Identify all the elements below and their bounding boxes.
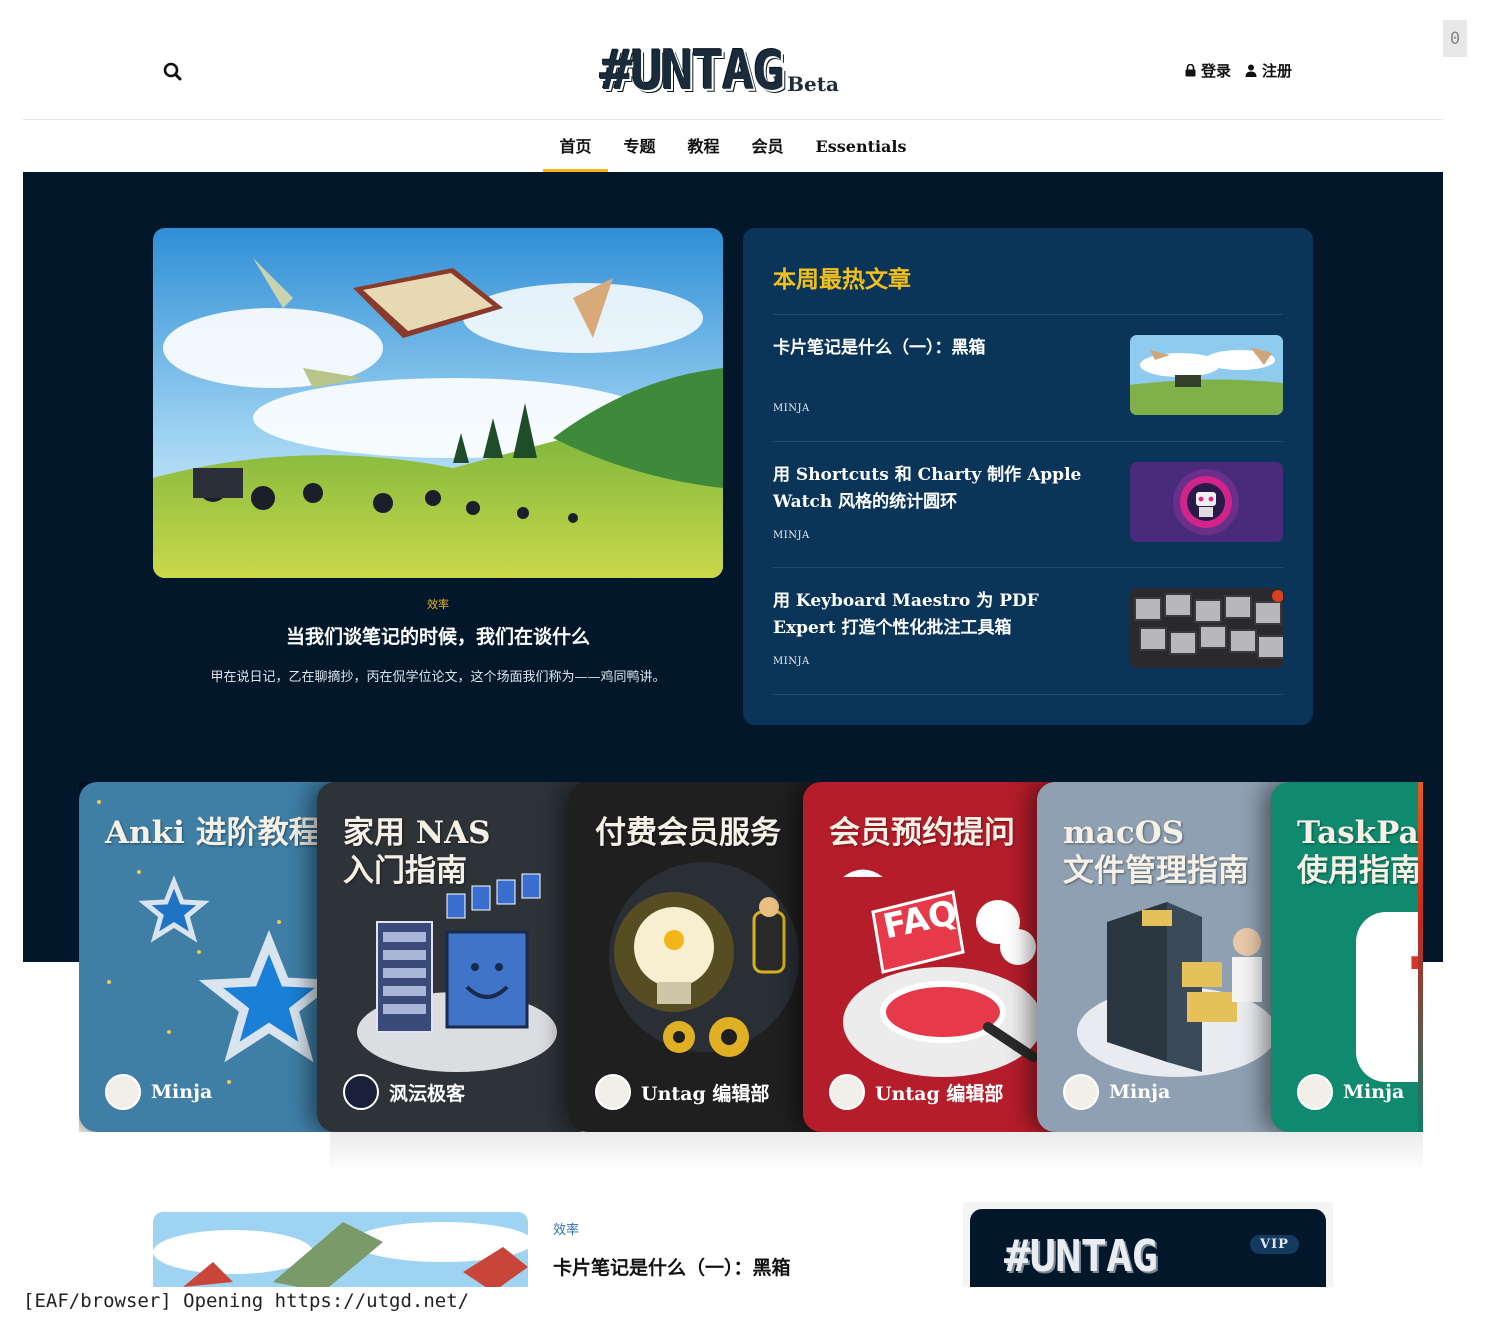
hot-article-item[interactable]: 卡片笔记是什么（一）：黑箱 MINJA [773, 314, 1283, 441]
topic-card-author-name: Minja [151, 1081, 213, 1103]
featured-article-description: 甲在说日记，乙在聊摘抄，丙在侃学位论文，这个场面我们称为——鸡同鸭讲。 [210, 670, 666, 685]
topic-card-title-line: macOS [1063, 815, 1185, 851]
vip-badge: VIP [1250, 1235, 1299, 1254]
latest-post-tag[interactable]: 效率 [553, 1219, 579, 1238]
site-logo[interactable]: #UNTAG Beta [600, 40, 839, 100]
topic-card-author-name: Minja [1343, 1081, 1405, 1103]
author-avatar [105, 1074, 141, 1110]
topic-card-author: Minja [105, 1074, 212, 1110]
topic-card-taskpaper[interactable]: T TaskPa 使用指南 Minja [1271, 782, 1423, 1132]
hot-article-thumbnail[interactable] [1130, 588, 1283, 668]
vip-promo-card[interactable]: #UNTAG VIP [970, 1209, 1326, 1299]
topic-card-title-line: TaskPa [1297, 815, 1419, 851]
hot-articles-heading: 本周最热文章 [773, 266, 911, 293]
topic-card-author: Untag 编辑部 [829, 1074, 1003, 1110]
login-label: 登录 [1201, 62, 1232, 80]
nav-item-essentials[interactable]: Essentials [800, 121, 923, 172]
hot-articles-panel: 本周最热文章 卡片笔记是什么（一）：黑箱 MINJA 用 Shortcuts 和… [743, 228, 1313, 725]
featured-article-tag[interactable]: 效率 [153, 596, 723, 612]
hot-article-author[interactable]: MINJA [773, 530, 810, 541]
topic-card-title-line: 文件管理指南 [1063, 853, 1249, 889]
auth-links: 登录 注册 [1185, 60, 1292, 81]
topic-card-title: 家用 NAS 入门指南 [343, 814, 491, 890]
topic-card-author-name: Untag 编辑部 [875, 1082, 1004, 1105]
register-label: 注册 [1262, 62, 1293, 80]
topic-card-author: Untag 编辑部 [595, 1074, 769, 1110]
featured-article-image[interactable] [153, 228, 723, 578]
status-bar: [EAF/browser] Opening https://utgd.net/ [0, 1287, 1485, 1334]
topic-card-author: 沨沄极客 [343, 1074, 465, 1110]
nav-item-topics[interactable]: 专题 [608, 121, 672, 172]
topic-card-title: macOS 文件管理指南 [1063, 814, 1249, 890]
topic-card-title: 会员预约提问 [829, 815, 1015, 851]
user-icon [1245, 64, 1257, 77]
topic-card-author-name: Untag 编辑部 [641, 1082, 770, 1105]
login-link[interactable]: 登录 [1185, 60, 1231, 81]
nav-item-membership[interactable]: 会员 [736, 121, 800, 172]
search-icon[interactable] [161, 60, 185, 84]
logo-beta-label: Beta [787, 72, 839, 96]
carousel-edge-peek [1418, 782, 1423, 1132]
lock-icon [1185, 64, 1196, 77]
hot-article-item[interactable]: 用 Keyboard Maestro 为 PDF Expert 打造个性化批注工… [773, 567, 1283, 694]
hot-article-author[interactable]: MINJA [773, 656, 810, 667]
topic-card-title-line: 使用指南 [1297, 853, 1421, 889]
hot-article-thumbnail[interactable] [1130, 462, 1283, 542]
author-avatar [829, 1074, 865, 1110]
topic-card-author-name: Minja [1109, 1081, 1171, 1103]
carousel-shadow [330, 1132, 1423, 1172]
featured-article-title[interactable]: 当我们谈笔记的时候，我们在谈什么 [153, 622, 723, 649]
topic-card-title: Anki 进阶教程 [105, 815, 320, 851]
topic-card-title: 付费会员服务 [595, 815, 781, 851]
nav-item-home[interactable]: 首页 [543, 121, 608, 172]
latest-post-image[interactable] [153, 1212, 528, 1292]
topic-card-title-line: 家用 NAS [343, 815, 491, 851]
hot-articles-divider [773, 694, 1283, 695]
author-avatar [1063, 1074, 1099, 1110]
author-avatar [595, 1074, 631, 1110]
topic-card-nas[interactable]: 家用 NAS 入门指南 沨沄极客 [317, 782, 597, 1132]
topic-card-title-line: 入门指南 [343, 853, 467, 889]
topic-card-author: Minja [1063, 1074, 1170, 1110]
hot-article-title[interactable]: 卡片笔记是什么（一）：黑箱 [773, 335, 1093, 362]
topic-card-author: Minja [1297, 1074, 1404, 1110]
hot-article-item[interactable]: 用 Shortcuts 和 Charty 制作 Apple Watch 风格的统… [773, 441, 1283, 568]
star-icon [138, 875, 210, 943]
hot-article-thumbnail[interactable] [1130, 335, 1283, 415]
nav-item-tutorials[interactable]: 教程 [672, 121, 736, 172]
topic-card-author-name: 沨沄极客 [389, 1082, 466, 1105]
hot-article-title[interactable]: 用 Shortcuts 和 Charty 制作 Apple Watch 风格的统… [773, 462, 1093, 516]
hot-article-title[interactable]: 用 Keyboard Maestro 为 PDF Expert 打造个性化批注工… [773, 588, 1093, 642]
latest-post-title[interactable]: 卡片笔记是什么（一）：黑箱 [553, 1253, 791, 1280]
corner-counter-badge: 0 [1443, 20, 1467, 57]
topic-cards-carousel: Anki 进阶教程 Minja 家用 NAS 入门指南 沨沄极客 付费会员服务 … [79, 782, 1423, 1132]
register-link[interactable]: 注册 [1245, 60, 1292, 81]
hot-article-author[interactable]: MINJA [773, 403, 810, 414]
status-bar-text: [EAF/browser] Opening https://utgd.net/ [23, 1290, 470, 1312]
site-header: #UNTAG Beta 登录 注册 [23, 0, 1443, 120]
main-nav: 首页 专题 教程 会员 Essentials [23, 121, 1443, 172]
author-avatar [1297, 1074, 1333, 1110]
star-icon [198, 929, 340, 1063]
topic-card-title: TaskPa 使用指南 [1297, 814, 1421, 890]
author-avatar [343, 1074, 379, 1110]
vip-logo: #UNTAG [1004, 1231, 1158, 1282]
logo-mark: #UNTAG [600, 39, 785, 102]
